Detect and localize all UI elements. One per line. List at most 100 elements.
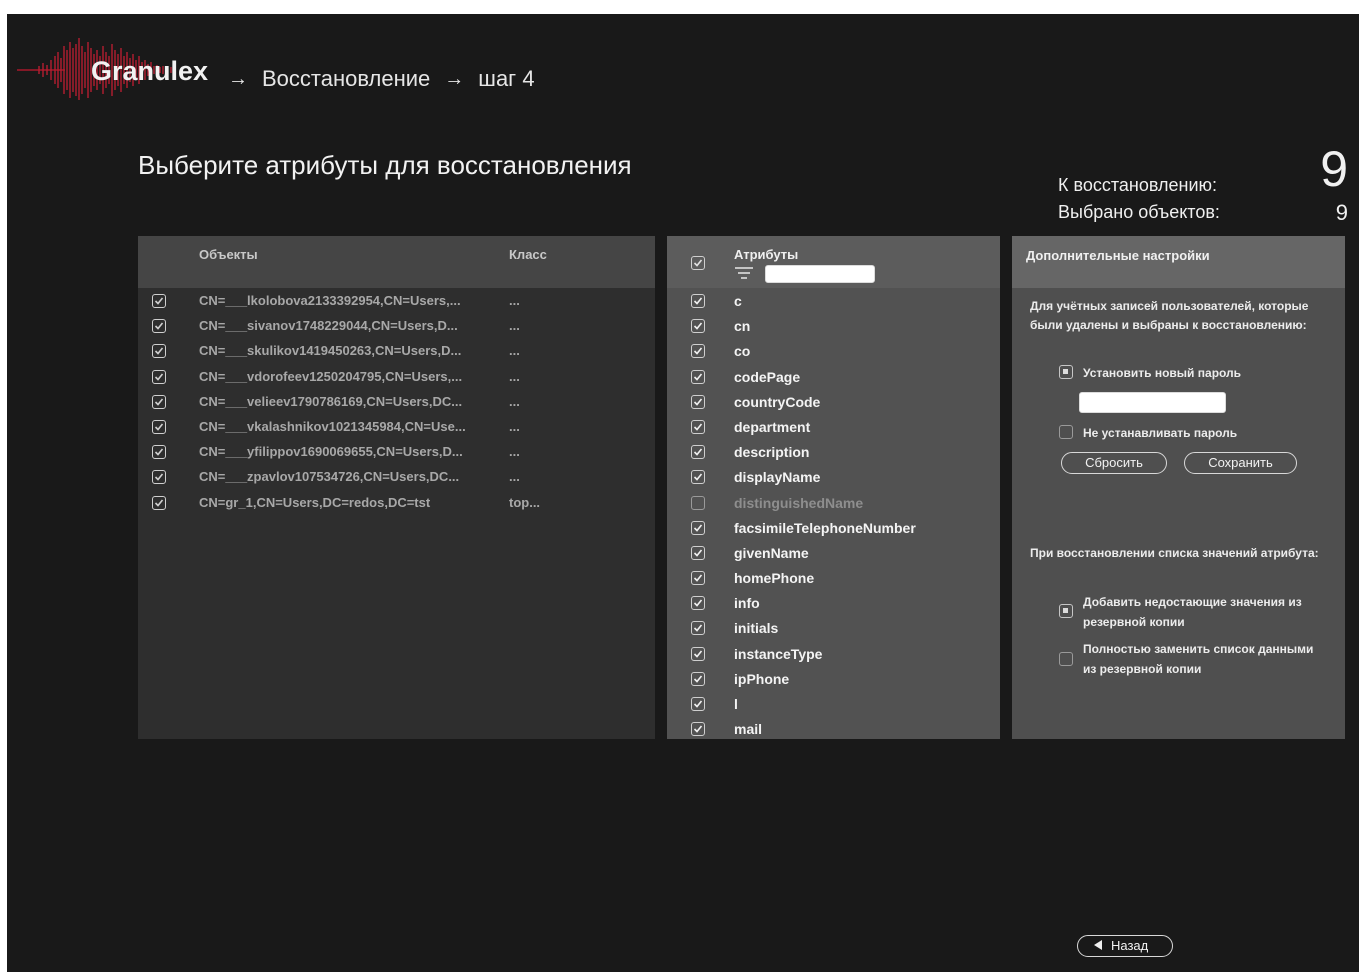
settings-header: Дополнительные настройки bbox=[1012, 236, 1345, 288]
attribute-checkbox[interactable] bbox=[691, 495, 705, 510]
attribute-row[interactable]: homePhone bbox=[667, 565, 1000, 590]
object-row[interactable]: CN=___skulikov1419450263,CN=Users,D.....… bbox=[138, 338, 655, 363]
attribute-checkbox[interactable] bbox=[691, 394, 705, 409]
column-header-objects[interactable]: Объекты bbox=[199, 247, 258, 262]
attribute-checkbox[interactable] bbox=[691, 545, 705, 560]
attribute-checkbox[interactable] bbox=[691, 520, 705, 535]
back-button[interactable]: Назад bbox=[1077, 935, 1173, 957]
attribute-row[interactable]: instanceType bbox=[667, 641, 1000, 666]
column-header-class[interactable]: Класс bbox=[509, 247, 547, 262]
attribute-row[interactable]: codePage bbox=[667, 364, 1000, 389]
breadcrumb-restore[interactable]: Восстановление bbox=[262, 66, 430, 92]
attribute-checkbox[interactable] bbox=[691, 646, 705, 661]
dont-set-password-radio[interactable] bbox=[1059, 425, 1073, 439]
attribute-name: info bbox=[734, 595, 760, 612]
selected-count: 9 bbox=[1335, 200, 1348, 225]
attribute-name: ipPhone bbox=[734, 670, 790, 687]
attribute-row[interactable]: facsimileTelephoneNumber bbox=[667, 515, 1000, 540]
object-dn: CN=___lkolobova2133392954,CN=Users,... bbox=[199, 293, 461, 308]
deleted-users-text: Для учётных записей пользователей, котор… bbox=[1030, 299, 1309, 332]
attribute-name: c bbox=[734, 293, 742, 309]
object-row[interactable]: CN=___sivanov1748229044,CN=Users,D...... bbox=[138, 313, 655, 338]
new-password-input[interactable] bbox=[1079, 392, 1226, 413]
object-checkbox[interactable] bbox=[152, 319, 166, 334]
object-checkbox[interactable] bbox=[152, 495, 166, 510]
attribute-row[interactable]: department bbox=[667, 414, 1000, 439]
set-new-password-radio[interactable] bbox=[1059, 365, 1073, 379]
granulex-logo[interactable]: Granulex bbox=[17, 36, 209, 100]
attribute-row[interactable]: countryCode bbox=[667, 389, 1000, 414]
attribute-name: instanceType bbox=[734, 645, 823, 662]
attribute-row[interactable]: l bbox=[667, 691, 1000, 716]
object-row[interactable]: CN=___yfilippov1690069655,CN=Users,D....… bbox=[138, 439, 655, 464]
attribute-row[interactable]: displayName bbox=[667, 464, 1000, 489]
add-missing-radio[interactable] bbox=[1059, 604, 1073, 618]
filter-icon[interactable] bbox=[734, 266, 754, 283]
page-title: Выберите атрибуты для восстановления bbox=[138, 150, 632, 180]
attribute-row[interactable]: givenName bbox=[667, 540, 1000, 565]
object-dn: CN=___sivanov1748229044,CN=Users,D... bbox=[199, 318, 458, 334]
attribute-row[interactable]: c bbox=[667, 288, 1000, 313]
add-missing-option[interactable]: Добавить недостающие значения из резервн… bbox=[1059, 592, 1339, 632]
object-class: ... bbox=[509, 469, 520, 485]
object-row[interactable]: CN=___zpavlov107534726,CN=Users,DC...... bbox=[138, 464, 655, 489]
object-class: top... bbox=[509, 494, 541, 510]
attribute-row[interactable]: ipPhone bbox=[667, 666, 1000, 691]
attribute-name: cn bbox=[734, 318, 751, 335]
attribute-name: initials bbox=[734, 620, 779, 637]
reset-button[interactable]: Сбросить bbox=[1061, 452, 1167, 474]
object-checkbox[interactable] bbox=[152, 419, 166, 434]
object-row[interactable]: CN=___vkalashnikov1021345984,CN=Use.....… bbox=[138, 414, 655, 439]
attribute-checkbox[interactable] bbox=[691, 294, 705, 308]
object-checkbox[interactable] bbox=[152, 445, 166, 460]
attributes-header: Атрибуты bbox=[667, 236, 1000, 288]
attribute-filter-input[interactable] bbox=[765, 265, 875, 283]
attribute-row[interactable]: info bbox=[667, 590, 1000, 615]
attribute-row[interactable]: co bbox=[667, 338, 1000, 363]
logo-text: Granulex bbox=[91, 56, 209, 86]
attribute-name: homePhone bbox=[734, 570, 815, 587]
object-row[interactable]: CN=gr_1,CN=Users,DC=redos,DC=tst top... bbox=[138, 490, 655, 515]
object-row[interactable]: CN=___lkolobova2133392954,CN=Users,.....… bbox=[138, 288, 655, 313]
attribute-name: facsimileTelephoneNumber bbox=[734, 519, 916, 536]
attribute-checkbox[interactable] bbox=[691, 722, 705, 737]
attribute-checkbox[interactable] bbox=[691, 671, 705, 686]
attribute-row[interactable]: cn bbox=[667, 313, 1000, 338]
attribute-checkbox[interactable] bbox=[691, 344, 705, 359]
replace-list-label: Полностью заменить список данными из рез… bbox=[1083, 642, 1314, 676]
to-restore-label: К восстановлению: bbox=[1058, 175, 1218, 195]
objects-panel: Объекты Класс CN=___lkolobova2133392954,… bbox=[138, 236, 655, 739]
attribute-row[interactable]: initials bbox=[667, 615, 1000, 640]
select-all-attributes-checkbox[interactable] bbox=[691, 256, 705, 270]
object-row[interactable]: CN=___velieev1790786169,CN=Users,DC.....… bbox=[138, 389, 655, 414]
attribute-checkbox[interactable] bbox=[691, 445, 705, 460]
object-row[interactable]: CN=___vdorofeev1250204795,CN=Users,.....… bbox=[138, 364, 655, 389]
replace-list-option[interactable]: Полностью заменить список данными из рез… bbox=[1059, 639, 1339, 679]
dont-set-password-option[interactable]: Не устанавливать пароль bbox=[1059, 423, 1339, 443]
restore-stats: К восстановлению: 9 Выбрано объектов: 9 bbox=[1058, 144, 1348, 230]
object-checkbox[interactable] bbox=[152, 394, 166, 409]
arrow-right-icon: → bbox=[444, 67, 465, 90]
set-new-password-option[interactable]: Установить новый пароль bbox=[1059, 363, 1339, 383]
attribute-checkbox[interactable] bbox=[691, 621, 705, 636]
attribute-checkbox[interactable] bbox=[691, 319, 705, 334]
selected-label: Выбрано объектов: bbox=[1058, 202, 1220, 222]
object-checkbox[interactable] bbox=[152, 470, 166, 485]
attribute-checkbox[interactable] bbox=[691, 697, 705, 711]
attribute-checkbox[interactable] bbox=[691, 419, 705, 434]
object-checkbox[interactable] bbox=[152, 294, 166, 308]
attribute-checkbox[interactable] bbox=[691, 470, 705, 485]
replace-list-radio[interactable] bbox=[1059, 652, 1073, 666]
object-checkbox[interactable] bbox=[152, 369, 166, 384]
object-dn: CN=___velieev1790786169,CN=Users,DC... bbox=[199, 393, 463, 409]
attribute-row[interactable]: mail bbox=[667, 716, 1000, 739]
save-button[interactable]: Сохранить bbox=[1184, 452, 1297, 474]
settings-panel: Дополнительные настройки Для учётных зап… bbox=[1012, 236, 1345, 739]
settings-title: Дополнительные настройки bbox=[1026, 248, 1210, 263]
attribute-row[interactable]: distinguishedName bbox=[667, 490, 1000, 515]
attribute-checkbox[interactable] bbox=[691, 369, 705, 384]
object-checkbox[interactable] bbox=[152, 344, 166, 359]
attribute-checkbox[interactable] bbox=[691, 571, 705, 586]
attribute-row[interactable]: description bbox=[667, 439, 1000, 464]
attribute-checkbox[interactable] bbox=[691, 596, 705, 611]
